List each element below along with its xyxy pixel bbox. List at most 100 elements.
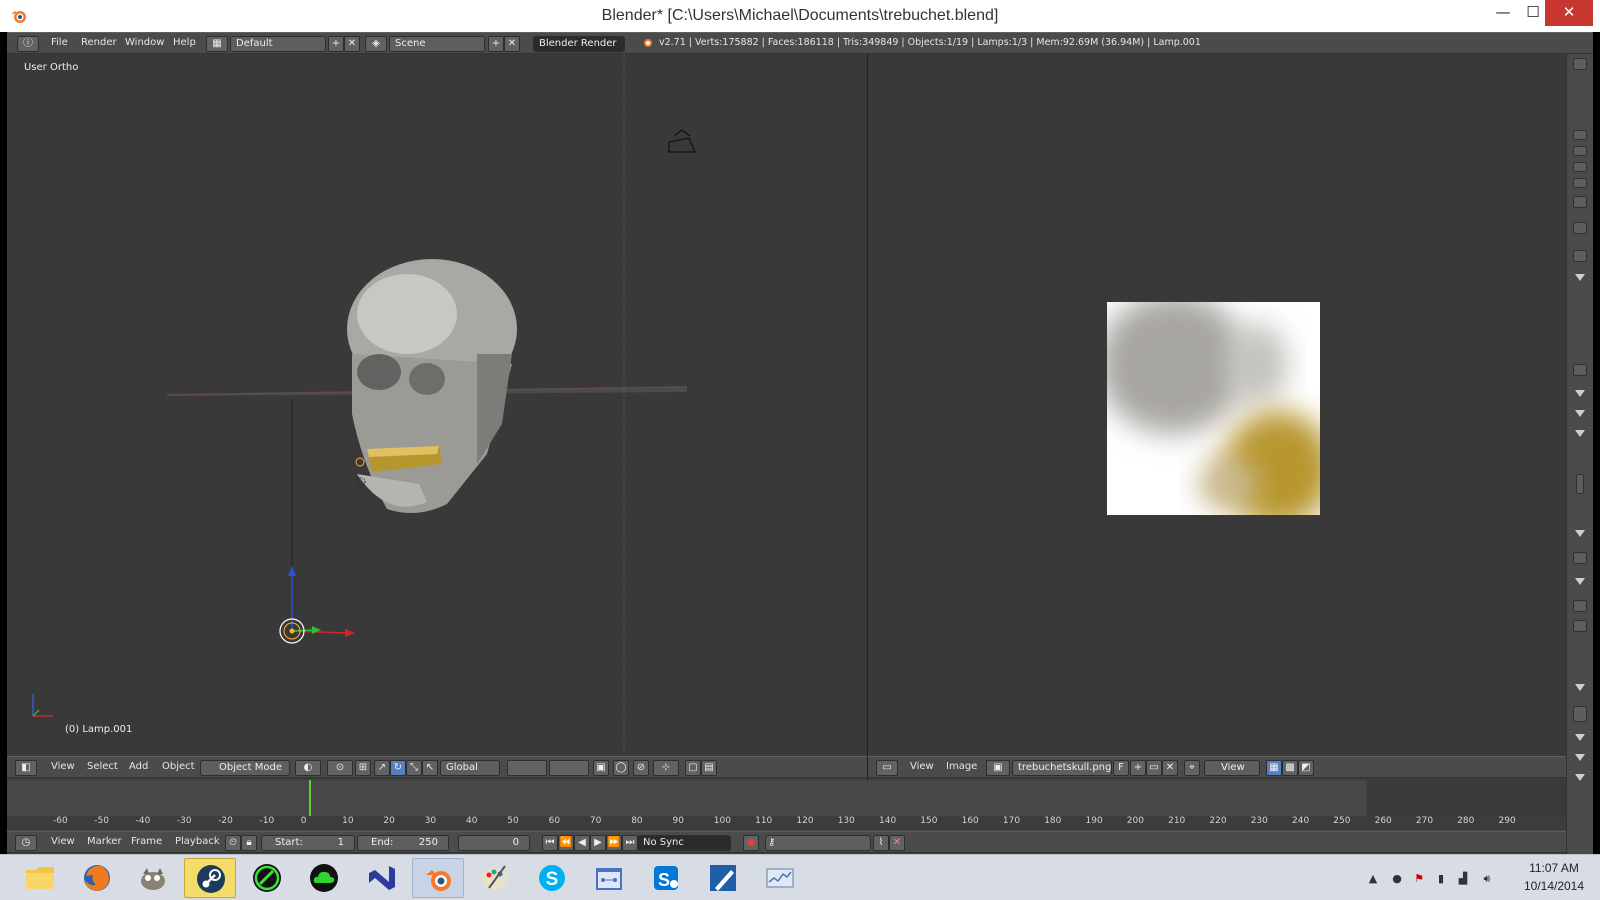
image-editor[interactable]: [868, 54, 1566, 756]
close-button[interactable]: ✕: [1545, 0, 1593, 26]
manipulator-toggle-icon[interactable]: ⊞: [355, 760, 371, 776]
jump-start-icon[interactable]: ⏮: [542, 835, 558, 851]
menu-help[interactable]: Help: [173, 37, 196, 48]
remove-scene-icon[interactable]: ✕: [504, 36, 520, 52]
render-animation-icon[interactable]: ▤: [701, 760, 717, 776]
show-hidden-icons[interactable]: ▲: [1366, 872, 1380, 886]
insert-keyframe-icon[interactable]: ⌇: [873, 835, 889, 851]
play-reverse-icon[interactable]: ◀: [574, 835, 590, 851]
menu-window[interactable]: Window: [125, 37, 164, 48]
menu-marker[interactable]: Marker: [87, 836, 122, 847]
slider-icon[interactable]: [1573, 706, 1587, 722]
jump-keyframe-forward-icon[interactable]: ⏩: [606, 835, 622, 851]
taskbar-razer[interactable]: [241, 858, 293, 898]
menu-add[interactable]: Add: [129, 761, 148, 772]
pivot-point-icon[interactable]: ⊙: [327, 760, 353, 776]
add-icon[interactable]: [1573, 552, 1587, 564]
z-buffer-icon[interactable]: ◩: [1298, 760, 1314, 776]
editor-type-image-icon[interactable]: ▭: [876, 760, 898, 776]
mode-select[interactable]: Object Mode: [200, 760, 290, 776]
steam-tray-icon[interactable]: ●: [1390, 872, 1404, 886]
open-image-icon[interactable]: ▭: [1146, 760, 1162, 776]
editor-type-timeline-icon[interactable]: ◷: [15, 835, 37, 851]
3d-viewport[interactable]: User Ortho (0) Lamp.001: [7, 54, 867, 756]
transform-orientation-select[interactable]: Global: [440, 760, 500, 776]
display-channels-icon[interactable]: ▦: [1266, 760, 1282, 776]
collapse-arrow-icon[interactable]: [1575, 578, 1585, 585]
taskbar-cloud[interactable]: [298, 858, 350, 898]
menu-frame[interactable]: Frame: [131, 836, 162, 847]
preview-icon[interactable]: [1573, 364, 1587, 376]
system-clock[interactable]: 11:07 AM 10/14/2014: [1512, 859, 1596, 895]
taskbar-visual-studio[interactable]: [355, 858, 407, 898]
collapse-arrow-icon[interactable]: [1575, 530, 1585, 537]
menu-image[interactable]: Image: [946, 761, 977, 772]
taskbar-blender[interactable]: [412, 858, 464, 898]
lock-range-icon[interactable]: 🔒︎: [241, 835, 257, 851]
checkbox-icon[interactable]: [1573, 600, 1587, 612]
prop-tab-world-icon[interactable]: [1573, 162, 1587, 172]
taskbar-steam[interactable]: [184, 858, 236, 898]
menu-view[interactable]: View: [51, 761, 75, 772]
menu-timeline-view[interactable]: View: [51, 836, 75, 847]
pin-icon[interactable]: [1573, 222, 1587, 234]
taskbar-file-explorer[interactable]: [14, 858, 66, 898]
screen-layout-field[interactable]: Default: [230, 36, 326, 52]
editor-type-info-icon[interactable]: ⓘ: [17, 36, 39, 52]
manipulator-axis-icon[interactable]: ↖: [422, 760, 438, 776]
collapse-arrow-icon[interactable]: [1575, 410, 1585, 417]
jump-end-icon[interactable]: ⏭: [622, 835, 638, 851]
prop-tab-data-icon[interactable]: [1573, 196, 1587, 208]
collapse-arrow-icon[interactable]: [1575, 734, 1585, 741]
scene-field[interactable]: Scene: [389, 36, 485, 52]
taskbar-gimp[interactable]: [127, 858, 179, 898]
unlink-image-icon[interactable]: ✕: [1162, 760, 1178, 776]
prop-tab-scene-icon[interactable]: [1573, 146, 1587, 156]
power-icon[interactable]: ▮: [1434, 872, 1448, 886]
layer-lock-icon[interactable]: ▣: [593, 760, 609, 776]
snap-element-icon[interactable]: ⊹: [653, 760, 679, 776]
snap-toggle-icon[interactable]: ⊘: [633, 760, 649, 776]
network-signal-icon[interactable]: ▟: [1456, 872, 1470, 886]
play-icon[interactable]: ▶: [590, 835, 606, 851]
menu-select[interactable]: Select: [87, 761, 118, 772]
prop-tab-object-icon[interactable]: [1573, 178, 1587, 188]
collapse-arrow-icon[interactable]: [1575, 754, 1585, 761]
layers-2-icon[interactable]: [549, 760, 589, 776]
scene-icon[interactable]: ◈: [365, 36, 387, 52]
preview-range-icon[interactable]: ⏲: [225, 835, 241, 851]
current-frame-marker[interactable]: [309, 780, 311, 818]
add-layout-icon[interactable]: +: [328, 36, 344, 52]
collapse-arrow-icon[interactable]: [1575, 684, 1585, 691]
timeline-ruler[interactable]: -60 -50 -40 -30 -20 -10 0 10 20 30 40 50 60 70 80 90 100…: [7, 816, 1566, 830]
sync-mode-select[interactable]: No Sync: [637, 835, 731, 851]
image-mode-select[interactable]: View: [1204, 760, 1260, 776]
render-opengl-icon[interactable]: ▢: [685, 760, 701, 776]
taskbar-network[interactable]: [583, 858, 635, 898]
taskbar-skype[interactable]: S: [526, 858, 578, 898]
menu-render[interactable]: Render: [81, 37, 117, 48]
delete-keyframe-icon[interactable]: ✕: [889, 835, 905, 851]
taskbar-sketch[interactable]: [697, 858, 749, 898]
start-frame-field[interactable]: Start: 1: [261, 835, 355, 851]
collapse-arrow-icon[interactable]: [1575, 774, 1585, 781]
image-name-field[interactable]: trebuchetskull.png: [1012, 760, 1112, 776]
checkbox-icon[interactable]: [1573, 620, 1587, 632]
auto-keyframe-record-icon[interactable]: ●: [743, 835, 759, 851]
action-center-icon[interactable]: ⚑: [1412, 872, 1426, 886]
current-frame-field[interactable]: 0: [458, 835, 530, 851]
add-scene-icon[interactable]: +: [488, 36, 504, 52]
editor-type-3dview-icon[interactable]: ◧: [15, 760, 37, 776]
proportional-edit-icon[interactable]: ◯: [613, 760, 629, 776]
end-frame-field[interactable]: End: 250: [357, 835, 449, 851]
collapse-arrow-icon[interactable]: [1575, 274, 1585, 281]
collapse-arrow-icon[interactable]: [1575, 390, 1585, 397]
keying-set-field[interactable]: ⚷: [765, 835, 871, 851]
taskbar-paint[interactable]: [469, 858, 521, 898]
lamp-panel-icon[interactable]: [1573, 250, 1587, 262]
taskbar-performance[interactable]: [754, 858, 806, 898]
outliner-icon[interactable]: [1573, 58, 1587, 70]
fake-user-button[interactable]: F: [1113, 760, 1129, 776]
rotate-manipulator-icon[interactable]: ↻: [390, 760, 406, 776]
screen-layout-icon[interactable]: ▦: [206, 36, 228, 52]
